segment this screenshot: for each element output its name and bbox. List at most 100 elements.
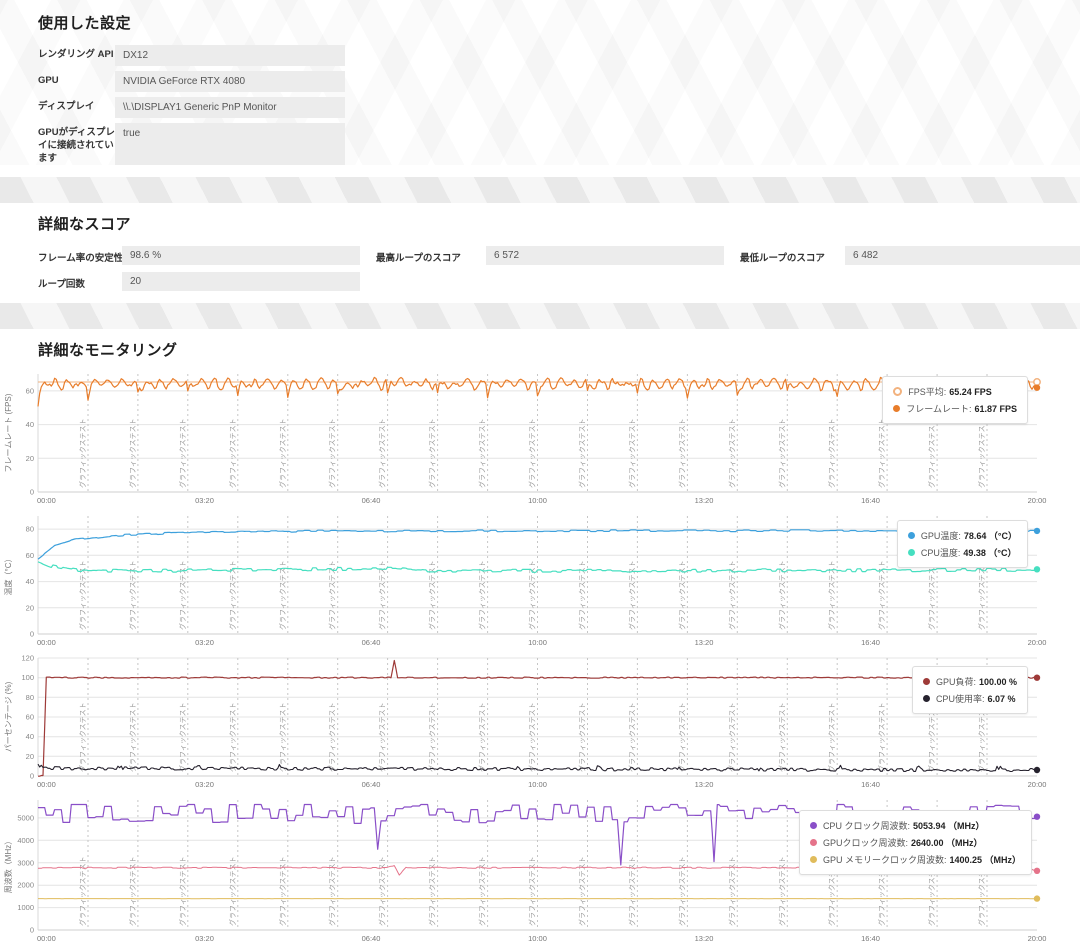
- y-axis-label: 周波数（MHz）: [3, 837, 13, 893]
- loop-marker-label: グラフィックステスト: [328, 857, 337, 927]
- series-end-marker: [1034, 675, 1040, 681]
- svg-text:03:20: 03:20: [195, 638, 214, 647]
- svg-text:20: 20: [26, 604, 34, 613]
- svg-text:03:20: 03:20: [195, 780, 214, 789]
- score-row: フレーム率の安定性98.6 %最高ループのスコア6 572最低ループのスコア6 …: [38, 246, 1080, 265]
- settings-rows: レンダリング APIDX12GPUNVIDIA GeForce RTX 4080…: [38, 45, 1080, 165]
- svg-text:0: 0: [30, 772, 34, 781]
- svg-text:00:00: 00:00: [37, 934, 56, 943]
- setting-row: GPUNVIDIA GeForce RTX 4080: [38, 71, 1080, 92]
- svg-text:16:40: 16:40: [861, 638, 880, 647]
- loop-marker-label: グラフィックステスト: [278, 419, 287, 489]
- monitoring-heading: 詳細なモニタリング: [38, 339, 1080, 360]
- loop-marker-label: グラフィックステスト: [428, 857, 437, 927]
- legend-marker-icon: [810, 822, 817, 829]
- legend-series-name: CPU使用率: [936, 692, 982, 705]
- series-end-marker: [1034, 896, 1040, 902]
- score-value: 6 572: [486, 246, 724, 265]
- legend-series-name: GPUクロック周波数: [823, 836, 906, 849]
- loop-marker-label: グラフィックステスト: [178, 419, 187, 489]
- benchmark-result-page: 使用した設定 レンダリング APIDX12GPUNVIDIA GeForce R…: [0, 0, 1080, 949]
- loop-marker-label: グラフィックステスト: [428, 561, 437, 631]
- loop-marker-label: グラフィックステスト: [627, 419, 636, 489]
- score-label: 最高ループのスコア: [376, 246, 486, 265]
- chart-3-legend: CPU クロック周波数: 5053.94 （MHz）GPUクロック周波数: 26…: [799, 810, 1032, 875]
- svg-text:13:20: 13:20: [695, 638, 714, 647]
- legend-row: GPU メモリークロック周波数: 1400.25 （MHz）: [810, 853, 1021, 866]
- svg-text:60: 60: [26, 387, 34, 396]
- svg-text:20:00: 20:00: [1028, 496, 1047, 505]
- score-row: ループ回数20: [38, 272, 1080, 291]
- svg-text:10:00: 10:00: [528, 496, 547, 505]
- loop-marker-label: グラフィックステスト: [378, 419, 387, 489]
- score-pair: ループ回数20: [38, 272, 360, 291]
- svg-text:13:20: 13:20: [695, 934, 714, 943]
- legend-row: GPU温度: 78.64 （°C）: [908, 529, 1017, 542]
- score-rows: フレーム率の安定性98.6 %最高ループのスコア6 572最低ループのスコア6 …: [38, 246, 1080, 291]
- loop-marker-label: グラフィックステスト: [627, 857, 636, 927]
- loop-marker-label: グラフィックステスト: [478, 419, 487, 489]
- svg-text:00:00: 00:00: [37, 638, 56, 647]
- svg-text:16:40: 16:40: [861, 934, 880, 943]
- settings-heading: 使用した設定: [38, 12, 1080, 33]
- loop-marker-label: グラフィックステスト: [727, 703, 736, 773]
- svg-text:60: 60: [26, 713, 34, 722]
- svg-text:0: 0: [30, 630, 34, 639]
- score-pair: 最高ループのスコア6 572: [376, 246, 724, 265]
- svg-text:13:20: 13:20: [695, 780, 714, 789]
- y-axis-label: パーセンテージ (%): [4, 682, 13, 753]
- svg-text:40: 40: [26, 578, 34, 587]
- loop-marker-label: グラフィックステスト: [278, 857, 287, 927]
- loop-marker-label: グラフィックステスト: [128, 419, 137, 489]
- legend-row: CPU使用率: 6.07 %: [923, 692, 1017, 705]
- legend-row: FPS平均: 65.24 FPS: [893, 385, 1017, 398]
- svg-text:10:00: 10:00: [528, 780, 547, 789]
- svg-text:4000: 4000: [17, 836, 34, 845]
- legend-marker-icon: [908, 532, 915, 539]
- loop-marker-label: グラフィックステスト: [178, 857, 187, 927]
- legend-series-name: GPU温度: [921, 529, 959, 542]
- svg-text:80: 80: [26, 525, 34, 534]
- score-value: 98.6 %: [122, 246, 360, 265]
- svg-text:16:40: 16:40: [861, 780, 880, 789]
- svg-text:10:00: 10:00: [528, 934, 547, 943]
- setting-value: NVIDIA GeForce RTX 4080: [115, 71, 345, 92]
- legend-series-name: CPU クロック周波数: [823, 819, 908, 832]
- svg-text:03:20: 03:20: [195, 496, 214, 505]
- monitoring-chart-3: 010002000300040005000グラフィックステストグラフィックステス…: [0, 794, 1080, 948]
- svg-text:40: 40: [26, 733, 34, 742]
- monitoring-section: 詳細なモニタリング 0204060グラフィックステストグラフィックステストグラフ…: [0, 329, 1080, 949]
- scores-section: 詳細なスコア フレーム率の安定性98.6 %最高ループのスコア6 572最低ルー…: [0, 203, 1080, 291]
- loop-marker-label: グラフィックステスト: [478, 703, 487, 773]
- series-end-marker: [1034, 379, 1040, 385]
- score-pair: 最低ループのスコア6 482: [740, 246, 1080, 265]
- legend-series-value: 78.64 （°C）: [964, 529, 1017, 542]
- legend-row: GPU負荷: 100.00 %: [923, 675, 1017, 688]
- setting-label: GPUがディスプレイに接続されています: [38, 123, 115, 165]
- score-label: フレーム率の安定性: [38, 246, 122, 265]
- svg-text:1000: 1000: [17, 904, 34, 913]
- svg-text:5000: 5000: [17, 814, 34, 823]
- svg-text:2000: 2000: [17, 881, 34, 890]
- monitoring-charts: 0204060グラフィックステストグラフィックステストグラフィックステストグラフ…: [0, 368, 1080, 948]
- loop-marker-label: グラフィックステスト: [677, 857, 686, 927]
- svg-text:00:00: 00:00: [37, 780, 56, 789]
- series-line-1-0: [38, 530, 1037, 560]
- legend-series-value: 1400.25 （MHz）: [949, 853, 1021, 866]
- loop-marker-label: グラフィックステスト: [278, 561, 287, 631]
- score-label: 最低ループのスコア: [740, 246, 845, 265]
- legend-marker-icon: [893, 387, 902, 396]
- setting-value: \\.\DISPLAY1 Generic PnP Monitor: [115, 97, 345, 118]
- loop-marker-label: グラフィックステスト: [627, 561, 636, 631]
- loop-marker-label: グラフィックステスト: [378, 857, 387, 927]
- svg-text:20: 20: [26, 752, 34, 761]
- loop-marker-label: グラフィックステスト: [827, 561, 836, 631]
- score-pair: フレーム率の安定性98.6 %: [38, 246, 360, 265]
- svg-text:10:00: 10:00: [528, 638, 547, 647]
- loop-marker-label: グラフィックステスト: [378, 703, 387, 773]
- loop-marker-label: グラフィックステスト: [777, 857, 786, 927]
- svg-text:20:00: 20:00: [1028, 780, 1047, 789]
- loop-marker-label: グラフィックステスト: [528, 419, 537, 489]
- score-value: 6 482: [845, 246, 1080, 265]
- section-separator: [0, 177, 1080, 203]
